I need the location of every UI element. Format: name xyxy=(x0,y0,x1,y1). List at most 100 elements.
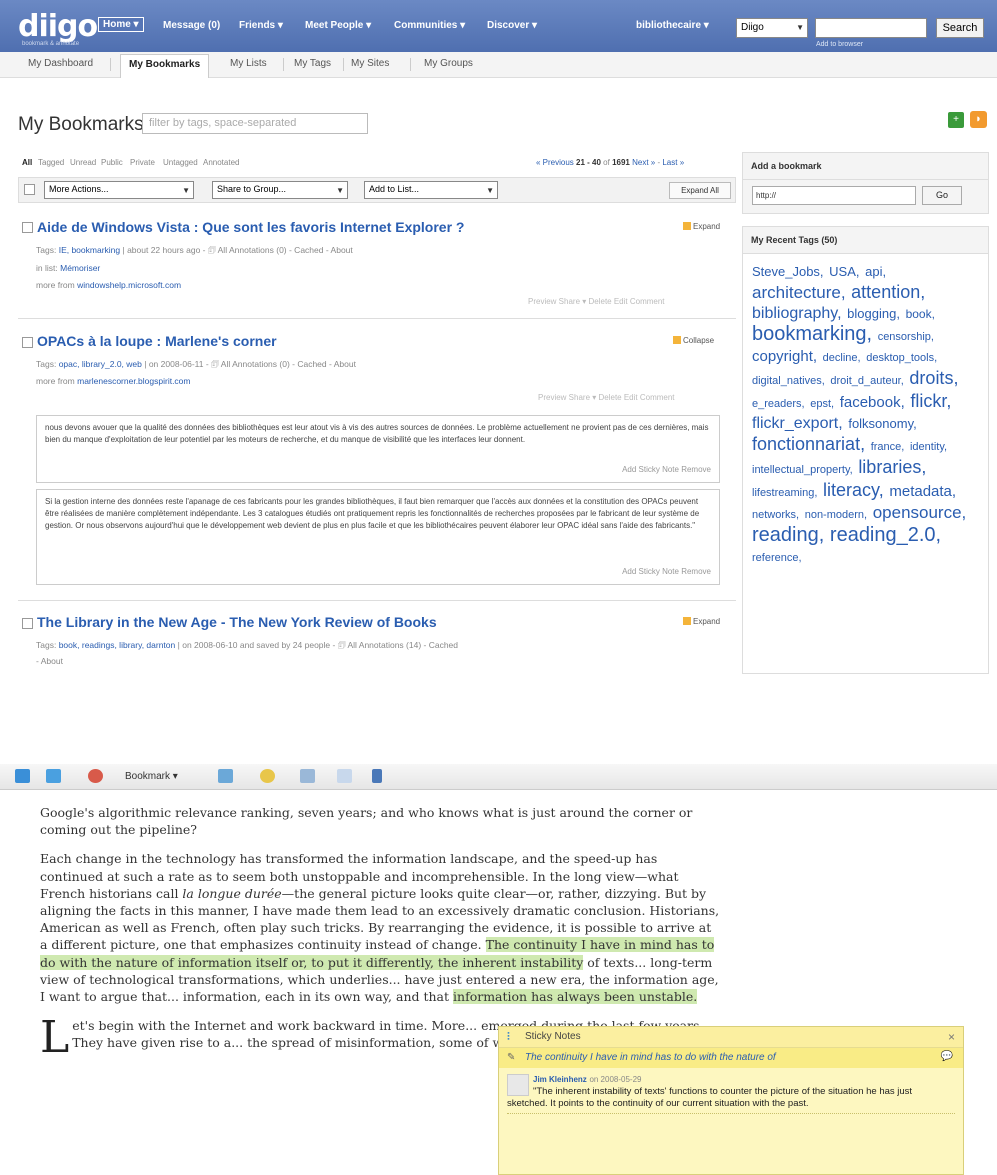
tag-link[interactable]: architecture, xyxy=(752,283,846,302)
nav-communities[interactable]: Communities ▾ xyxy=(394,20,465,31)
tools-icon[interactable] xyxy=(372,769,382,783)
expand-toggle[interactable]: Expand xyxy=(683,222,720,231)
tag-link[interactable]: metadata, xyxy=(889,483,956,500)
annotation-actions[interactable]: Add Sticky Note Remove xyxy=(622,566,711,578)
bookmark-title[interactable]: OPACs à la loupe : Marlene's corner xyxy=(37,333,277,349)
filter-private[interactable]: Private xyxy=(130,158,155,167)
tag-filter-input[interactable]: filter by tags, space-separated xyxy=(142,113,368,134)
tag-link[interactable]: non-modern, xyxy=(805,509,867,521)
notes-icon[interactable] xyxy=(218,769,233,783)
tag-link[interactable]: book, xyxy=(906,307,935,321)
comment-icon[interactable] xyxy=(260,769,275,783)
nav-home[interactable]: Home ▾ xyxy=(98,17,144,32)
bookmark-actions[interactable]: Preview Share ▾ Delete Edit Comment xyxy=(528,297,665,306)
filter-tagged[interactable]: Tagged xyxy=(38,158,64,167)
tag-link[interactable]: USA, xyxy=(829,264,859,279)
bookmark-tags[interactable]: book, readings, library, darnton xyxy=(59,640,176,650)
tag-link[interactable]: droit_d_auteur, xyxy=(830,375,903,387)
tab-my-lists[interactable]: My Lists xyxy=(230,58,267,69)
tag-link[interactable]: fonctionnariat, xyxy=(752,434,865,454)
filter-public[interactable]: Public xyxy=(101,158,123,167)
tag-link[interactable]: api, xyxy=(865,264,886,279)
user-menu[interactable]: bibliothecaire ▾ xyxy=(636,20,709,31)
tag-link[interactable]: censorship, xyxy=(878,331,934,343)
bookmark-tags[interactable]: IE, bookmarking xyxy=(59,245,120,255)
pager-prev[interactable]: « Previous xyxy=(536,158,574,167)
go-button[interactable]: Go xyxy=(922,186,962,205)
bookmark-menu[interactable]: Bookmark ▾ xyxy=(125,771,178,782)
tag-link[interactable]: reference, xyxy=(752,552,802,564)
diigo-toolbar-icon[interactable] xyxy=(15,769,30,783)
bookmark-icon[interactable] xyxy=(88,769,103,783)
filter-annotated[interactable]: Annotated xyxy=(203,158,239,167)
morefrom-link[interactable]: marlenescorner.blogspirit.com xyxy=(77,376,190,386)
nav-discover[interactable]: Discover ▾ xyxy=(487,20,537,31)
tag-link[interactable]: Steve_Jobs, xyxy=(752,264,824,279)
tag-link[interactable]: reading, xyxy=(752,524,824,546)
filter-all[interactable]: All xyxy=(22,158,32,167)
filter-unread[interactable]: Unread xyxy=(70,158,96,167)
close-icon[interactable]: × xyxy=(948,1030,955,1044)
bookmark-title[interactable]: The Library in the New Age - The New Yor… xyxy=(37,614,437,630)
bookmark-checkbox[interactable] xyxy=(22,618,33,629)
tag-link[interactable]: attention, xyxy=(851,282,925,302)
tab-my-dashboard[interactable]: My Dashboard xyxy=(28,58,93,69)
search-input[interactable] xyxy=(815,18,927,38)
send-icon[interactable] xyxy=(337,769,352,783)
tag-link[interactable]: droits, xyxy=(909,368,958,388)
tag-link[interactable]: opensource, xyxy=(873,503,967,522)
tag-link[interactable]: blogging, xyxy=(847,306,900,321)
tag-link[interactable]: bibliography, xyxy=(752,305,842,322)
tag-link[interactable]: identity, xyxy=(910,441,947,453)
nav-message[interactable]: Message (0) xyxy=(163,20,220,31)
bookmark-checkbox[interactable] xyxy=(22,222,33,233)
diigo-logo[interactable]: diigo xyxy=(18,9,98,44)
tab-my-sites[interactable]: My Sites xyxy=(351,58,389,69)
collapse-toggle[interactable]: Collapse xyxy=(673,336,714,345)
comment-bubble-icon[interactable]: 💬 xyxy=(941,1051,953,1062)
tab-my-tags[interactable]: My Tags xyxy=(294,58,331,69)
tag-link[interactable]: intellectual_property, xyxy=(752,464,853,476)
tag-link[interactable]: reading_2.0, xyxy=(830,524,941,546)
tag-link[interactable]: copyright, xyxy=(752,348,817,365)
select-all-checkbox[interactable] xyxy=(24,184,35,195)
annotation-actions[interactable]: Add Sticky Note Remove xyxy=(622,464,711,476)
bookmark-checkbox[interactable] xyxy=(22,337,33,348)
tag-link[interactable]: france, xyxy=(871,441,905,453)
tag-link[interactable]: flickr_export, xyxy=(752,415,843,432)
comment-author[interactable]: Jim Kleinhenz xyxy=(533,1075,587,1084)
inlist-link[interactable]: Mémoriser xyxy=(60,263,100,273)
tag-link[interactable]: networks, xyxy=(752,509,799,521)
tag-link[interactable]: flickr, xyxy=(910,391,951,411)
expand-all-button[interactable]: Expand All xyxy=(669,182,731,199)
tag-link[interactable]: bookmarking, xyxy=(752,323,872,345)
bookmark-title[interactable]: Aide de Windows Vista : Que sont les fav… xyxy=(37,219,465,235)
tab-my-groups[interactable]: My Groups xyxy=(424,58,473,69)
search-button[interactable]: Search xyxy=(936,18,984,38)
add-to-list-select[interactable]: Add to List... ▼ xyxy=(364,181,498,199)
tag-link[interactable]: digital_natives, xyxy=(752,375,825,387)
tag-link[interactable]: desktop_tools, xyxy=(866,352,937,364)
search-scope-select[interactable]: Diigo ▼ xyxy=(736,18,808,38)
expand-toggle[interactable]: Expand xyxy=(683,617,720,626)
bookmark-about[interactable]: - About xyxy=(36,656,63,666)
tag-link[interactable]: libraries, xyxy=(858,457,926,477)
rss-icon[interactable]: ◗ xyxy=(970,111,987,128)
morefrom-link[interactable]: windowshelp.microsoft.com xyxy=(77,280,181,290)
nav-friends[interactable]: Friends ▾ xyxy=(239,20,283,31)
tag-link[interactable]: facebook, xyxy=(840,394,905,411)
add-to-browser-link[interactable]: Add to browser xyxy=(816,41,863,48)
tag-link[interactable]: literacy, xyxy=(823,480,884,500)
bookmark-actions[interactable]: Preview Share ▾ Delete Edit Comment xyxy=(538,393,675,402)
pager-next[interactable]: Next » xyxy=(632,158,655,167)
tag-link[interactable]: folksonomy, xyxy=(848,416,916,431)
tag-link[interactable]: e_readers, xyxy=(752,398,805,410)
highlighter-icon[interactable] xyxy=(46,769,61,783)
nav-meet-people[interactable]: Meet People ▾ xyxy=(305,20,371,31)
highlighted-text[interactable]: information has always been unstable. xyxy=(453,989,698,1005)
tag-link[interactable]: lifestreaming, xyxy=(752,487,817,499)
bookmark-url-input[interactable]: http:// xyxy=(752,186,916,205)
add-icon[interactable]: + xyxy=(948,112,964,128)
page-icon[interactable] xyxy=(300,769,315,783)
filter-untagged[interactable]: Untagged xyxy=(163,158,198,167)
